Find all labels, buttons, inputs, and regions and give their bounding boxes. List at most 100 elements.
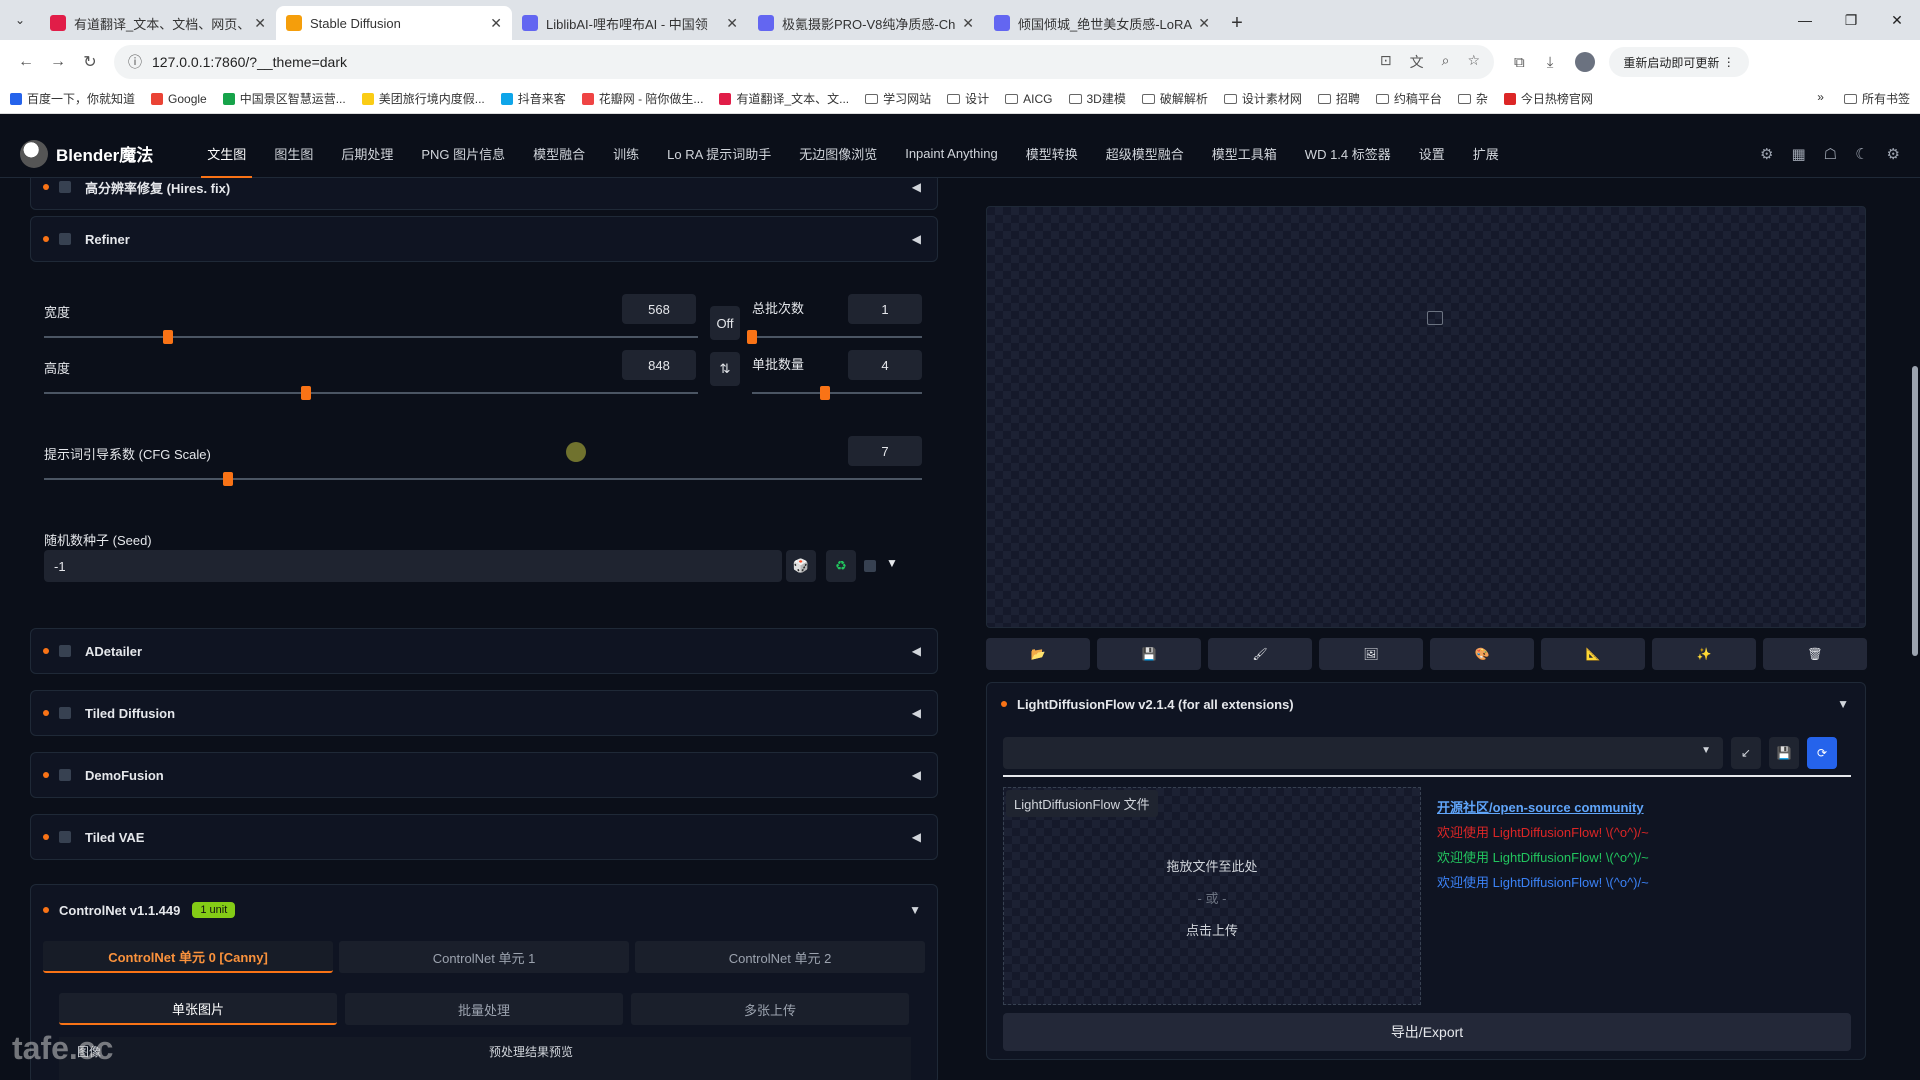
seed-expand-icon[interactable]: ▼ — [886, 556, 898, 570]
nav-tab[interactable]: 训练 — [599, 130, 653, 178]
back-icon[interactable]: ← — [10, 46, 42, 78]
collapse-arrow-icon[interactable]: ◀ — [912, 180, 921, 194]
output-tool-button[interactable]: 📐 — [1541, 638, 1645, 670]
all-bookmarks[interactable]: 所有书签 — [1843, 90, 1910, 107]
grid-icon[interactable]: ▦ — [1791, 145, 1805, 163]
width-slider[interactable] — [44, 336, 698, 338]
batch-count-input[interactable]: 1 — [848, 294, 922, 324]
url-input[interactable]: ⓘ 127.0.0.1:7860/?__theme=dark ⊡ 文 ⌕ ☆ — [114, 45, 1494, 79]
reuse-seed-icon[interactable]: ♻ — [826, 550, 856, 582]
controlnet-unit-tab[interactable]: ControlNet 单元 2 — [635, 941, 925, 973]
bookmark-item[interactable]: 今日热榜官网 — [1503, 90, 1593, 107]
close-tab-icon[interactable]: ✕ — [254, 15, 266, 32]
nav-tab[interactable]: 模型转换 — [1012, 130, 1092, 178]
bookmark-item[interactable]: 设计 — [947, 90, 989, 107]
enable-checkbox[interactable] — [59, 707, 71, 719]
batch-size-slider[interactable] — [752, 392, 922, 394]
output-gallery[interactable] — [986, 206, 1866, 628]
tab-search-icon[interactable]: ⌄ — [0, 0, 40, 40]
reload-icon[interactable]: ↻ — [74, 46, 106, 78]
expand-arrow-icon[interactable]: ▼ — [1837, 697, 1849, 711]
batch-count-slider[interactable] — [752, 336, 922, 338]
output-tool-button[interactable]: 🗑 — [1763, 638, 1867, 670]
star-icon[interactable]: ☆ — [1467, 52, 1480, 72]
browser-tab[interactable]: 有道翻译_文本、文档、网页、 ✕ — [40, 6, 276, 40]
ldf-header[interactable]: LightDiffusionFlow v2.1.4 (for all exten… — [987, 683, 1865, 725]
controlnet-mode-tab[interactable]: 批量处理 — [345, 993, 623, 1025]
bookmark-item[interactable]: AICG — [1005, 90, 1053, 107]
save-icon[interactable]: 💾 — [1769, 737, 1799, 769]
hires-fix-accordion[interactable]: 高分辨率修复 (Hires. fix) ◀ — [30, 178, 938, 210]
download-icon[interactable]: ⤓ — [1547, 54, 1554, 71]
new-tab-button[interactable]: + — [1220, 6, 1254, 40]
batch-count-slider-thumb[interactable] — [747, 330, 757, 344]
cfg-scale-input[interactable]: 7 — [848, 436, 922, 466]
extension-accordion[interactable]: ADetailer ◀ — [30, 628, 938, 674]
ldf-file-select[interactable]: ▼ — [1003, 737, 1723, 769]
nav-tab[interactable]: Inpaint Anything — [891, 130, 1012, 178]
extensions-icon[interactable]: ⧉ — [1514, 54, 1525, 71]
batch-size-slider-thumb[interactable] — [820, 386, 831, 400]
close-tab-icon[interactable]: ✕ — [962, 15, 974, 32]
nav-tab[interactable]: 模型融合 — [519, 130, 599, 178]
bookmark-item[interactable]: 有道翻译_文本、文... — [719, 90, 849, 107]
enable-checkbox[interactable] — [59, 769, 71, 781]
width-slider-thumb[interactable] — [163, 330, 174, 344]
bookmark-item[interactable]: 花瓣网 - 陪你做生... — [581, 90, 703, 107]
community-link[interactable]: 开源社区/open-source community — [1437, 795, 1649, 820]
nav-tab[interactable]: WD 1.4 标签器 — [1291, 130, 1405, 178]
profile-avatar[interactable] — [1575, 52, 1596, 72]
close-tab-icon[interactable]: ✕ — [490, 15, 502, 32]
minimize-icon[interactable]: — — [1782, 0, 1828, 40]
nav-tab[interactable]: 后期处理 — [327, 130, 407, 178]
controlnet-header[interactable]: ControlNet v1.1.449 1 unit ▼ — [31, 885, 937, 935]
gear-icon[interactable]: ⚙ — [1887, 145, 1900, 163]
browser-tab[interactable]: 极氪摄影PRO-V8纯净质感-Ch ✕ — [748, 6, 984, 40]
export-button[interactable]: 导出/Export — [1003, 1013, 1851, 1051]
nav-tab[interactable]: 文生图 — [193, 130, 260, 178]
bookmark-item[interactable]: 设计素材网 — [1223, 90, 1302, 107]
height-slider[interactable] — [44, 392, 698, 394]
browser-tab[interactable]: LiblibAI-哩布哩布AI - 中国领 ✕ — [512, 6, 748, 40]
width-input[interactable]: 568 — [622, 294, 696, 324]
site-info-icon[interactable]: ⓘ — [128, 52, 142, 72]
translate-icon[interactable]: 文 — [1410, 52, 1424, 72]
extension-accordion[interactable]: Tiled Diffusion ◀ — [30, 690, 938, 736]
install-icon[interactable]: ⊡ — [1380, 52, 1392, 72]
bookmark-item[interactable]: 招聘 — [1317, 90, 1360, 107]
collapse-arrow-icon[interactable]: ◀ — [912, 232, 921, 246]
output-tool-button[interactable]: 📂 — [986, 638, 1090, 670]
refresh-icon[interactable]: ⟳ — [1807, 737, 1837, 769]
enable-checkbox[interactable] — [59, 645, 71, 657]
close-tab-icon[interactable]: ✕ — [726, 15, 738, 32]
close-tab-icon[interactable]: ✕ — [1198, 15, 1210, 32]
page-scrollbar[interactable] — [1912, 366, 1918, 656]
controlnet-unit-tab[interactable]: ControlNet 单元 0 [Canny] — [43, 941, 333, 973]
extension-accordion[interactable]: DemoFusion ◀ — [30, 752, 938, 798]
controlnet-image-area[interactable]: 图像 预处理结果预览 — [59, 1037, 911, 1080]
collapse-arrow-icon[interactable]: ◀ — [912, 768, 921, 782]
cfg-scale-slider[interactable] — [44, 478, 922, 480]
close-window-icon[interactable]: ✕ — [1874, 0, 1920, 40]
bookmark-item[interactable]: Google — [151, 90, 207, 107]
bookmark-item[interactable]: 学习网站 — [865, 90, 931, 107]
output-tool-button[interactable]: 💾 — [1097, 638, 1201, 670]
nav-tab[interactable]: PNG 图片信息 — [407, 130, 519, 178]
upload-text[interactable]: 点击上传 — [1004, 920, 1420, 939]
bookmark-item[interactable]: 杂 — [1457, 90, 1488, 107]
bookmark-item[interactable]: 破解解析 — [1141, 90, 1208, 107]
bookmark-item[interactable]: 约稿平台 — [1375, 90, 1442, 107]
bookmark-item[interactable]: 抖音来客 — [500, 90, 566, 107]
extension-accordion[interactable]: Tiled VAE ◀ — [30, 814, 938, 860]
output-tool-button[interactable]: 🖌 — [1208, 638, 1312, 670]
bookmark-item[interactable]: 3D建模 — [1068, 90, 1126, 107]
controlnet-unit-tab[interactable]: ControlNet 单元 1 — [339, 941, 629, 973]
enable-checkbox[interactable] — [59, 831, 71, 843]
aspect-lock-button[interactable]: Off — [710, 306, 740, 340]
update-button[interactable]: 重新启动即可更新 ⋮ — [1609, 47, 1749, 77]
swap-dimensions-button[interactable]: ⇅ — [710, 352, 740, 386]
collapse-arrow-icon[interactable]: ◀ — [912, 644, 921, 658]
enable-checkbox[interactable] — [59, 233, 71, 245]
zoom-icon[interactable]: ⌕ — [1442, 52, 1450, 72]
refiner-accordion[interactable]: Refiner ◀ — [30, 216, 938, 262]
